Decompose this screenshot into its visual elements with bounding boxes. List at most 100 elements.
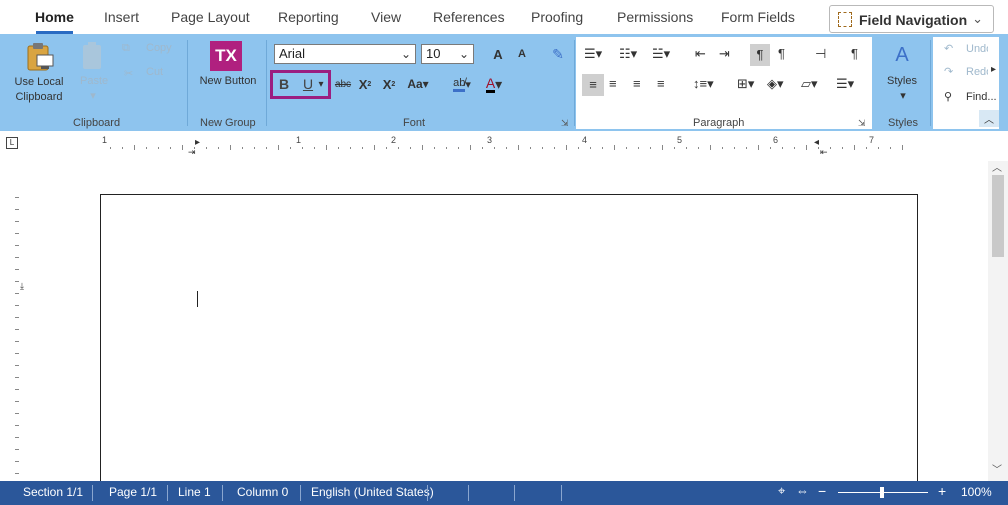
font-color-button[interactable]: A ▾: [481, 75, 507, 93]
styles-icon[interactable]: A: [889, 42, 915, 68]
dialog-launcher-icon[interactable]: ⇲: [858, 118, 866, 129]
ruler-tick: [626, 147, 627, 149]
field-navigation-dropdown[interactable]: Field Navigation ⌄: [829, 5, 994, 33]
document-page[interactable]: [100, 194, 918, 481]
zoom-level[interactable]: 100%: [961, 485, 992, 499]
vertical-margin-marker[interactable]: ⤓: [20, 281, 24, 292]
ruler-number: 4: [582, 135, 588, 145]
vertical-ruler-tick: [15, 425, 19, 426]
numbered-list-icon[interactable]: ☷▾: [619, 46, 637, 62]
use-local-clipboard-label[interactable]: Use Local Clipboard: [10, 75, 68, 105]
ruler-tick: [338, 147, 339, 149]
ruler-tick: [446, 147, 447, 149]
tab-reporting[interactable]: Reporting: [278, 9, 339, 25]
collapse-ribbon-button[interactable]: ︿: [979, 110, 999, 127]
zoom-out-button[interactable]: −: [818, 483, 826, 499]
cut-label[interactable]: Cut: [146, 66, 163, 78]
ruler-tick: [158, 147, 159, 149]
paste-dropdown-icon[interactable]: ▾: [88, 89, 98, 102]
highlight-color-button[interactable]: ab̸ ▾: [449, 75, 475, 93]
right-indent-marker[interactable]: ⇤: [820, 147, 828, 158]
redo-label[interactable]: Redo: [966, 66, 988, 78]
bullet-list-icon[interactable]: ☰▾: [584, 46, 602, 62]
borders-icon[interactable]: ⊞▾: [737, 76, 754, 92]
scroll-down-icon[interactable]: ﹀: [992, 461, 1002, 476]
vertical-ruler-tick: [15, 221, 19, 222]
find-label[interactable]: Find...: [966, 91, 997, 103]
copy-label[interactable]: Copy: [146, 42, 172, 54]
horizontal-ruler[interactable]: L 1 1 2 3 4 5 6 7 ▸ ⇥ ◂ ⇤: [0, 131, 1008, 161]
ruler-tick: [302, 147, 303, 149]
change-case-button[interactable]: Aa ▾: [405, 75, 431, 93]
align-center-icon[interactable]: ≡: [609, 76, 617, 91]
fit-width-icon[interactable]: ⇔: [796, 483, 809, 498]
clipboard-icon[interactable]: [24, 40, 54, 74]
styles-button-label[interactable]: Styles: [886, 75, 918, 87]
redo-icon[interactable]: ↷: [944, 65, 953, 78]
font-name-select[interactable]: Arial ⌄: [274, 44, 416, 64]
group-divider: [266, 40, 267, 126]
align-left-icon[interactable]: ≡: [582, 74, 604, 96]
ruler-tick: [890, 147, 891, 149]
frame-color-icon[interactable]: ▱▾: [801, 76, 818, 92]
undo-label[interactable]: Undo: [966, 43, 988, 55]
tab-stop-selector[interactable]: L: [6, 137, 18, 149]
divider: [561, 485, 562, 501]
fit-page-icon[interactable]: ⌖: [778, 483, 785, 499]
undo-icon[interactable]: ↶: [944, 42, 953, 55]
cut-icon[interactable]: ✂: [124, 67, 133, 80]
divider: [514, 485, 515, 501]
styles-dropdown-icon[interactable]: ▾: [898, 89, 908, 102]
ltr-paragraph-icon[interactable]: ¶: [750, 44, 770, 66]
show-formatting-marks-icon[interactable]: ¶: [851, 46, 858, 61]
tab-proofing[interactable]: Proofing: [531, 9, 583, 25]
language-indicator[interactable]: English (United States): [311, 485, 434, 499]
ruler-tick: [758, 145, 759, 150]
clear-formatting-icon[interactable]: ✎: [549, 46, 567, 62]
align-right-icon[interactable]: ≡: [633, 76, 641, 91]
ruler-tick: [350, 147, 351, 149]
paste-label[interactable]: Paste: [80, 75, 108, 87]
ribbon-scroll-right-icon[interactable]: ▸: [991, 64, 996, 75]
vertical-ruler-tick: [15, 377, 19, 378]
zoom-slider-thumb[interactable]: [880, 487, 884, 498]
decrease-indent-icon[interactable]: ⇤: [695, 46, 706, 62]
subscript-button[interactable]: X2: [357, 75, 373, 93]
line-spacing-icon[interactable]: ↕≡▾: [693, 76, 714, 92]
superscript-button[interactable]: X2: [381, 75, 397, 93]
dialog-launcher-icon[interactable]: ⇲: [561, 118, 569, 129]
tab-form-fields[interactable]: Form Fields: [721, 9, 795, 25]
copy-icon[interactable]: ⧉: [122, 42, 130, 55]
tab-references[interactable]: References: [433, 9, 505, 25]
tab-insert[interactable]: Insert: [104, 9, 139, 25]
shrink-font-button[interactable]: A: [516, 47, 528, 61]
paste-icon[interactable]: [80, 40, 106, 72]
vertical-scrollbar[interactable]: ︿ ﹀: [988, 161, 1008, 481]
ruler-tick: [518, 145, 519, 150]
multilevel-list-icon[interactable]: ☱▾: [652, 46, 670, 62]
tab-permissions[interactable]: Permissions: [617, 9, 693, 25]
ruler-tick: [902, 145, 903, 150]
increase-indent-icon[interactable]: ⇥: [719, 46, 730, 62]
tx-logo-icon[interactable]: TX: [210, 41, 242, 71]
tab-page-layout[interactable]: Page Layout: [171, 9, 250, 25]
scroll-thumb[interactable]: [992, 175, 1004, 257]
grow-font-button[interactable]: A: [491, 46, 505, 62]
border-style-icon[interactable]: ☰▾: [836, 76, 854, 92]
find-icon[interactable]: ⚲: [944, 90, 952, 103]
justify-icon[interactable]: ≡: [657, 76, 665, 91]
first-line-indent-marker[interactable]: ▸: [195, 137, 200, 148]
strikethrough-button[interactable]: abc: [333, 77, 353, 91]
document-area[interactable]: ⤓: [0, 161, 988, 481]
new-button-label[interactable]: New Button: [197, 75, 259, 87]
rtl-paragraph-icon[interactable]: ¶: [778, 46, 785, 61]
font-size-select[interactable]: 10 ⌄: [421, 44, 474, 64]
zoom-in-button[interactable]: +: [938, 483, 946, 499]
tab-view[interactable]: View: [371, 9, 401, 25]
page-break-icon[interactable]: ⊣: [815, 46, 826, 62]
ruler-tick: [254, 147, 255, 149]
shading-icon[interactable]: ◈▾: [767, 76, 784, 92]
tab-home[interactable]: Home: [35, 9, 74, 25]
scroll-up-icon[interactable]: ︿: [992, 159, 1002, 174]
highlighter-icon: ab̸: [453, 77, 466, 92]
